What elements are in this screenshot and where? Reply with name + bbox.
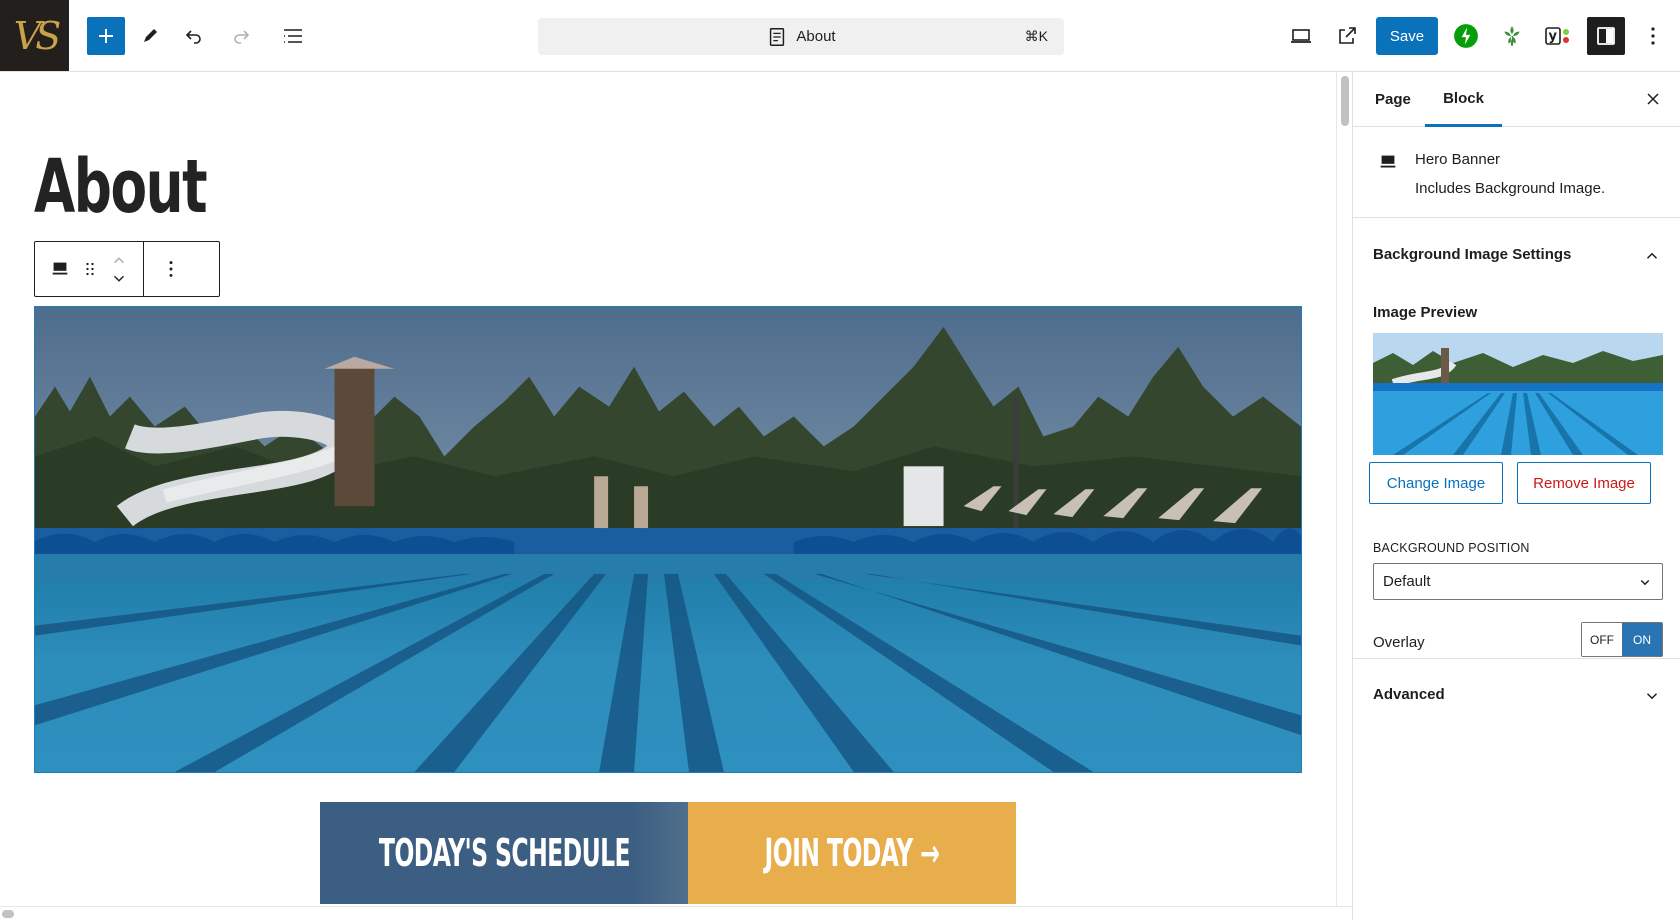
canvas-horizontal-scrollbar[interactable] — [0, 906, 1352, 920]
list-view-icon — [284, 29, 302, 43]
tab-page[interactable]: Page — [1373, 72, 1413, 127]
collapse-panel-button[interactable] — [1642, 246, 1662, 266]
command-palette-bar[interactable]: About ⌘K — [538, 18, 1064, 55]
tab-block[interactable]: Block — [1425, 72, 1502, 127]
hero-background-image — [35, 307, 1301, 772]
canvas-vertical-scrollbar[interactable] — [1336, 72, 1352, 906]
block-toolbar — [34, 241, 220, 297]
add-block-button[interactable] — [87, 17, 125, 55]
background-position-select[interactable]: Default — [1373, 563, 1663, 600]
move-down-button[interactable] — [105, 269, 133, 287]
shortcut-hint: ⌘K — [1024, 28, 1048, 44]
hero-banner-block[interactable] — [34, 306, 1302, 773]
plugin-leaf-button[interactable] — [1493, 17, 1531, 55]
redo-button[interactable] — [222, 17, 260, 55]
chevron-down-icon — [1640, 579, 1650, 586]
image-preview — [1373, 333, 1663, 455]
jetpack-button[interactable] — [1447, 17, 1485, 55]
overlay-label: Overlay — [1373, 634, 1425, 651]
block-icon — [52, 262, 68, 275]
chevron-down-icon — [1646, 693, 1658, 700]
redo-icon — [234, 30, 250, 44]
pencil-icon — [144, 29, 157, 42]
advanced-label: Advanced — [1373, 686, 1445, 703]
page-title[interactable]: About — [34, 150, 208, 224]
editor-app: VS About ⌘K Save y About TODAY'S SCHEDUL… — [0, 0, 1680, 920]
todays-schedule-button[interactable]: TODAY'S SCHEDULE — [320, 802, 688, 904]
cta-join-label: JOIN TODAY → — [764, 831, 940, 875]
block-icon — [1380, 155, 1396, 168]
site-logo[interactable]: VS — [0, 0, 69, 71]
cta-schedule-label: TODAY'S SCHEDULE — [378, 831, 630, 875]
background-position-label: BACKGROUND POSITION — [1373, 541, 1530, 555]
editor-top-toolbar: VS About ⌘K Save y — [0, 0, 1680, 72]
block-description: Includes Background Image. — [1415, 180, 1606, 197]
jetpack-icon — [1454, 24, 1478, 48]
join-today-button[interactable]: JOIN TODAY → — [688, 802, 1016, 904]
logo-text: VS — [13, 13, 62, 58]
block-name: Hero Banner — [1415, 151, 1501, 168]
block-options-button[interactable] — [156, 249, 186, 289]
preview-device-button[interactable] — [1282, 17, 1320, 55]
settings-sidebar-toggle[interactable] — [1587, 17, 1625, 55]
kebab-menu-icon — [169, 261, 173, 277]
move-up-button[interactable] — [105, 251, 133, 269]
tools-button[interactable] — [131, 17, 169, 55]
sidebar-tabs: Page Block — [1353, 72, 1680, 127]
page-icon — [770, 27, 785, 46]
block-type-button[interactable] — [45, 249, 75, 289]
options-menu-button[interactable] — [1634, 17, 1672, 55]
drag-handle[interactable] — [75, 249, 105, 289]
overlay-toggle[interactable]: OFF ON — [1581, 622, 1663, 657]
advanced-panel[interactable]: Advanced — [1353, 658, 1680, 718]
undo-button[interactable] — [175, 17, 213, 55]
kebab-menu-icon — [1651, 27, 1655, 45]
svg-text:y: y — [1549, 29, 1558, 44]
settings-sidebar: Page Block Hero Banner Includes Backgrou… — [1352, 72, 1680, 920]
overlay-on-option[interactable]: ON — [1622, 623, 1662, 656]
overlay-off-option[interactable]: OFF — [1582, 623, 1622, 656]
plus-icon — [99, 29, 113, 43]
undo-icon — [185, 30, 201, 44]
laptop-icon — [1291, 29, 1311, 43]
image-preview-label: Image Preview — [1373, 304, 1478, 321]
editor-canvas: About TODAY'S SCHEDULE JOIN TODAY → — [0, 72, 1336, 920]
block-mover — [105, 249, 133, 289]
expand-advanced-button[interactable] — [1642, 686, 1662, 706]
preview-image — [1373, 333, 1663, 455]
yoast-seo-button[interactable]: y — [1539, 17, 1577, 55]
drag-handle-icon — [86, 262, 94, 276]
yoast-icon: y — [1545, 27, 1569, 45]
background-position-value: Default — [1383, 573, 1431, 590]
chevron-down-icon — [114, 275, 124, 282]
change-image-button[interactable]: Change Image — [1369, 462, 1503, 504]
document-title: About — [796, 28, 836, 45]
close-icon — [1647, 93, 1659, 105]
view-page-button[interactable] — [1328, 17, 1366, 55]
close-sidebar-button[interactable] — [1640, 86, 1666, 112]
document-overview-button[interactable] — [274, 17, 312, 55]
chevron-up-icon — [1646, 252, 1658, 259]
remove-image-button[interactable]: Remove Image — [1517, 462, 1651, 504]
panel-title[interactable]: Background Image Settings — [1373, 246, 1571, 263]
chevron-up-icon — [114, 256, 124, 263]
leaf-icon — [1504, 26, 1520, 46]
sidebar-icon — [1597, 27, 1615, 45]
save-button[interactable]: Save — [1376, 17, 1438, 55]
block-card: Hero Banner Includes Background Image. — [1353, 127, 1680, 218]
external-link-icon — [1339, 27, 1356, 44]
